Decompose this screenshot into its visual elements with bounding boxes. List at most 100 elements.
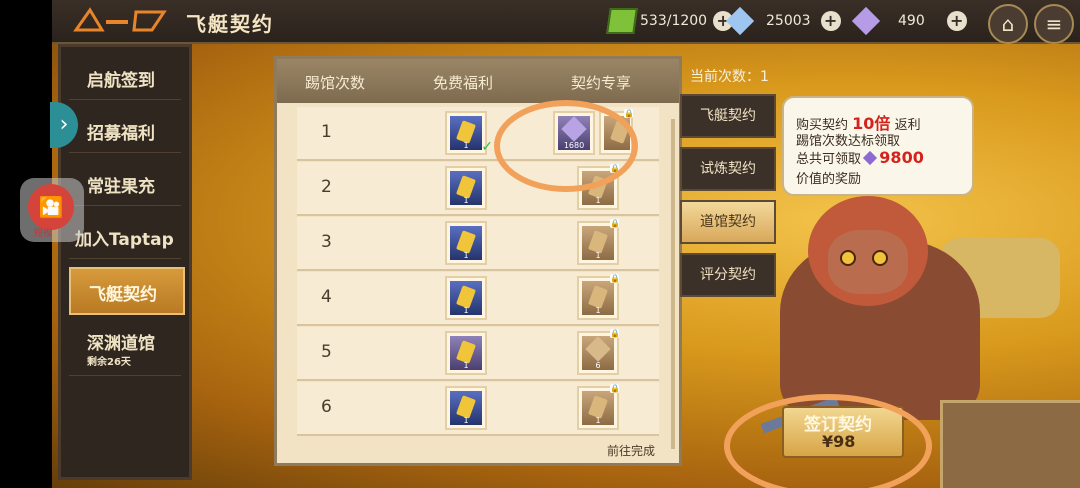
qty: 6	[595, 361, 601, 370]
nav-label: 招募福利	[87, 124, 155, 144]
gem-icon	[863, 150, 878, 166]
crystal-counter: 25003 +	[725, 6, 841, 36]
qty: 1	[463, 306, 469, 315]
bubble-line3: 总共可领取 9800	[796, 148, 924, 167]
tab-trial-contract[interactable]: 试炼契约	[680, 147, 776, 191]
table-row: 5 1 6 🔒	[297, 327, 659, 381]
item-icon: 6	[582, 336, 614, 370]
ticket-icon: 1	[450, 116, 482, 150]
free-reward-slot[interactable]: 1 ✓	[445, 111, 493, 155]
crystal-icon	[725, 6, 755, 36]
row-number: 4	[321, 287, 332, 307]
left-black-strip	[0, 0, 52, 488]
qty: 1	[463, 416, 469, 425]
ticket-icon: 1	[450, 281, 482, 315]
free-reward-slot[interactable]: 1	[445, 276, 487, 320]
free-reward-slot[interactable]: 1	[445, 386, 487, 430]
floating-widget[interactable]: 🎦 短视	[20, 178, 84, 242]
contract-reward-slot[interactable]: 1 🔒	[577, 219, 620, 265]
row-number: 3	[321, 232, 332, 252]
goto-complete-link[interactable]: 前往完成	[607, 442, 655, 459]
lock-icon: 🔒	[610, 219, 620, 228]
nav-item-abyss-gym[interactable]: 深渊道馆剩余26天	[69, 323, 181, 376]
add-gem-button[interactable]: +	[946, 11, 967, 31]
col-contract: 契约专享	[571, 74, 632, 92]
lock-icon: 🔒	[610, 274, 620, 283]
character-eye	[840, 250, 856, 266]
scrollbar[interactable]	[671, 119, 675, 449]
treasure-chest	[940, 400, 1080, 488]
qty: 1	[595, 196, 601, 205]
qty: 1	[463, 361, 469, 370]
nav-item-recharge[interactable]: 常驻果充	[69, 161, 181, 206]
nav-label: 启航签到	[87, 71, 155, 91]
lock-icon: 🔒	[624, 109, 634, 118]
nav-label: 飞艇契约	[89, 285, 157, 305]
stamina-icon	[606, 8, 638, 34]
stamina-value: 533/1200	[640, 13, 708, 29]
current-count: 当前次数：1	[690, 69, 769, 85]
nav-item-taptap[interactable]: 加入Taptap	[69, 214, 181, 259]
bubble-highlight: 9800	[879, 148, 924, 167]
free-reward-slot[interactable]: 1	[445, 221, 487, 265]
claimed-check-icon: ✓	[481, 139, 493, 155]
row-number: 5	[321, 342, 332, 362]
table-row: 3 1 1 🔒	[297, 217, 659, 271]
home-icon[interactable]: ⌂	[988, 4, 1028, 44]
annotation-circle-reward	[494, 100, 638, 192]
table-row: 4 1 1 🔒	[297, 272, 659, 326]
tab-airship-contract[interactable]: 飞艇契约	[680, 94, 776, 138]
float-badge-label: 短视	[34, 229, 53, 239]
bubble-text: 总共可领取	[796, 152, 862, 167]
col-free: 免费福利	[433, 74, 494, 92]
row-number: 1	[321, 122, 332, 142]
game-screen: 飞艇契约 533/1200 + 25003 + 490 + ⌂ ≡ 启航签到 招…	[0, 0, 1080, 488]
nav-label: 常驻果充	[87, 177, 155, 197]
character-face	[828, 230, 908, 294]
menu-icon[interactable]: ≡	[1034, 4, 1074, 44]
page-title: 飞艇契约	[186, 12, 274, 36]
contract-reward-slot[interactable]: 1 🔒	[577, 384, 620, 430]
row-number: 2	[321, 177, 332, 197]
ticket-icon: 1	[450, 336, 482, 370]
nav-label: 加入Taptap	[75, 230, 174, 250]
nav-item-checkin[interactable]: 启航签到	[69, 55, 181, 100]
nav-item-airship-contract[interactable]: 飞艇契约	[69, 267, 185, 315]
row-number: 6	[321, 397, 332, 417]
contract-reward-slot[interactable]: 1 🔒	[577, 274, 620, 320]
ticket-icon: 1	[450, 226, 482, 260]
qty: 1	[595, 251, 601, 260]
qty: 1	[463, 141, 469, 150]
tab-score-contract[interactable]: 评分契约	[680, 253, 776, 297]
gem-icon	[851, 6, 881, 36]
nav-item-recruit[interactable]: 招募福利	[69, 108, 181, 153]
ticket-icon: 1	[582, 226, 614, 260]
bubble-line4: 价值的奖励	[796, 172, 862, 187]
game-logo-icon	[72, 6, 172, 36]
top-bar: 飞艇契约 533/1200 + 25003 + 490 + ⌂ ≡	[52, 0, 1080, 44]
add-crystal-button[interactable]: +	[820, 11, 841, 31]
ticket-icon: 1	[582, 391, 614, 425]
annotation-circle-sign	[724, 394, 932, 488]
table-row: 6 1 1 🔒	[297, 382, 659, 436]
gem-counter: 490 +	[851, 6, 967, 36]
promo-speech-bubble: 购买契约 10倍 返利 踢馆次数达标领取 总共可领取 9800 价值的奖励	[782, 96, 974, 196]
lock-icon: 🔒	[610, 384, 620, 393]
nav-label: 深渊道馆	[87, 334, 155, 354]
lock-icon: 🔒	[610, 329, 620, 338]
qty: 1	[595, 416, 601, 425]
ticket-icon: 1	[450, 391, 482, 425]
free-reward-slot[interactable]: 1	[445, 166, 487, 210]
free-reward-slot[interactable]: 1	[445, 331, 487, 375]
nav-sublabel: 剩余26天	[87, 357, 131, 368]
tab-gym-contract[interactable]: 道馆契约	[680, 200, 776, 244]
contract-reward-slot[interactable]: 6 🔒	[577, 329, 620, 375]
character-eye	[872, 250, 888, 266]
stamina-counter: 533/1200 +	[606, 8, 734, 34]
ticket-icon: 1	[450, 171, 482, 205]
col-visits: 踢馆次数	[305, 74, 366, 92]
float-badge-icon: 🎦	[28, 184, 74, 230]
side-menu: 启航签到 招募福利 常驻果充 加入Taptap 飞艇契约 深渊道馆剩余26天	[58, 44, 192, 480]
table-header: 踢馆次数 免费福利 契约专享	[277, 59, 679, 103]
gem-value: 490	[898, 13, 925, 29]
